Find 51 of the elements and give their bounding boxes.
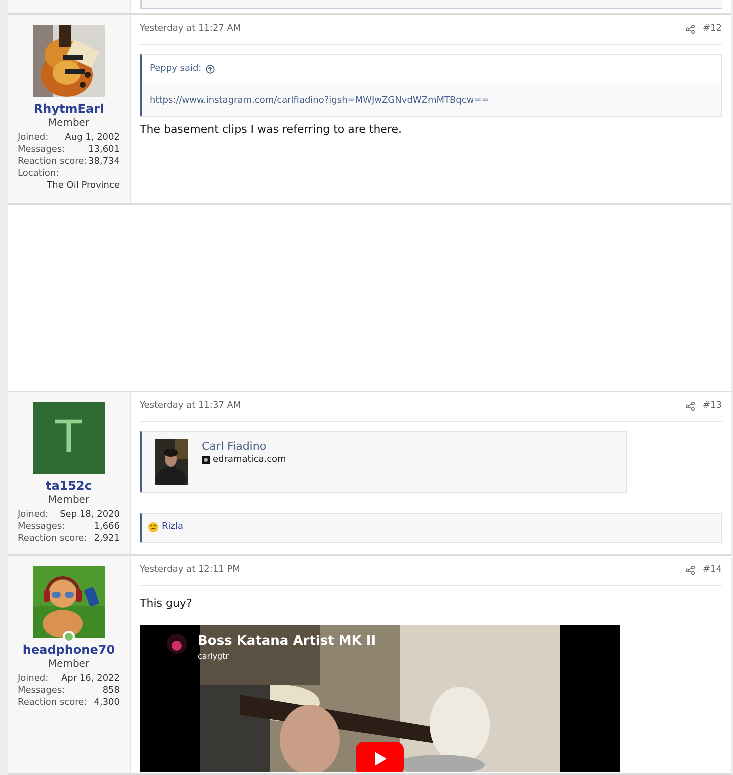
post-date-link[interactable]: Yesterday at 11:27 AM	[140, 23, 242, 36]
username-link[interactable]: headphone70	[22, 642, 116, 658]
arrow-up-icon[interactable]	[206, 64, 215, 74]
reaction-user-link[interactable]: Rizla	[162, 520, 184, 534]
post-text: This guy?	[140, 596, 194, 612]
quote-author: Peppy said:	[150, 62, 202, 76]
stat-label: Messages:	[18, 144, 66, 156]
stat-label: Reaction score:	[18, 156, 88, 168]
stat-value: 2,921	[94, 533, 120, 545]
share-icon[interactable]	[686, 25, 695, 34]
link-preview-card[interactable]: Carl Fiadino edramatica.com	[140, 430, 627, 492]
user-title: Member	[48, 117, 90, 130]
stat-label: Joined:	[18, 509, 49, 521]
stat-label: Reaction score:	[18, 533, 88, 545]
stat-value: 858	[102, 685, 120, 697]
stat-value: The Oil Province	[47, 180, 120, 192]
stat-label: Location:	[18, 168, 60, 180]
share-icon[interactable]	[686, 566, 695, 576]
play-button[interactable]	[356, 742, 404, 772]
post-date-link[interactable]: Yesterday at 11:37 AM	[140, 400, 242, 414]
quote-link[interactable]: https://www.instagram.com/carlfiadino?igsh=MWJwZGNvdWZmMTBqcw==	[150, 96, 490, 106]
username-link[interactable]: RhytmEarl	[34, 101, 104, 117]
user-title: Member	[48, 658, 90, 671]
stat-label: Reaction score:	[18, 697, 88, 709]
stat-label: Joined:	[18, 132, 49, 144]
stat-value: Aug 1, 2002	[65, 132, 120, 144]
laughing-emoji-icon	[148, 522, 159, 533]
stat-value: 1,666	[94, 521, 120, 533]
avatar-letter[interactable]: T	[33, 402, 105, 474]
stat-value: Apr 16, 2022	[61, 673, 120, 685]
stat-label: Joined:	[18, 673, 49, 685]
stat-label: Messages:	[18, 521, 66, 533]
post-number-link[interactable]: #13	[703, 400, 722, 414]
stat-value: 38,734	[88, 156, 120, 168]
user-title: Member	[48, 494, 90, 507]
stat-value: 4,300	[94, 697, 120, 709]
stat-value: 13,601	[88, 144, 120, 156]
stat-label: Messages:	[18, 685, 66, 697]
username-link[interactable]: ta152c	[46, 478, 92, 494]
link-site: edramatica.com	[213, 454, 286, 466]
link-title[interactable]: Carl Fiadino	[202, 438, 286, 454]
channel-avatar-icon[interactable]	[166, 632, 188, 654]
site-icon	[202, 456, 210, 464]
post-text: The basement clips I was referring to are there.	[140, 122, 403, 138]
video-channel: carlygtr	[198, 650, 230, 662]
post-number-link[interactable]: #12	[703, 23, 722, 36]
post-number-link[interactable]: #14	[703, 564, 722, 578]
post-date-link[interactable]: Yesterday at 12:11 PM	[140, 564, 240, 578]
share-icon[interactable]	[686, 402, 695, 412]
stat-value: Sep 18, 2020	[60, 509, 120, 521]
video-title[interactable]: Boss Katana Artist MK II	[198, 632, 376, 650]
